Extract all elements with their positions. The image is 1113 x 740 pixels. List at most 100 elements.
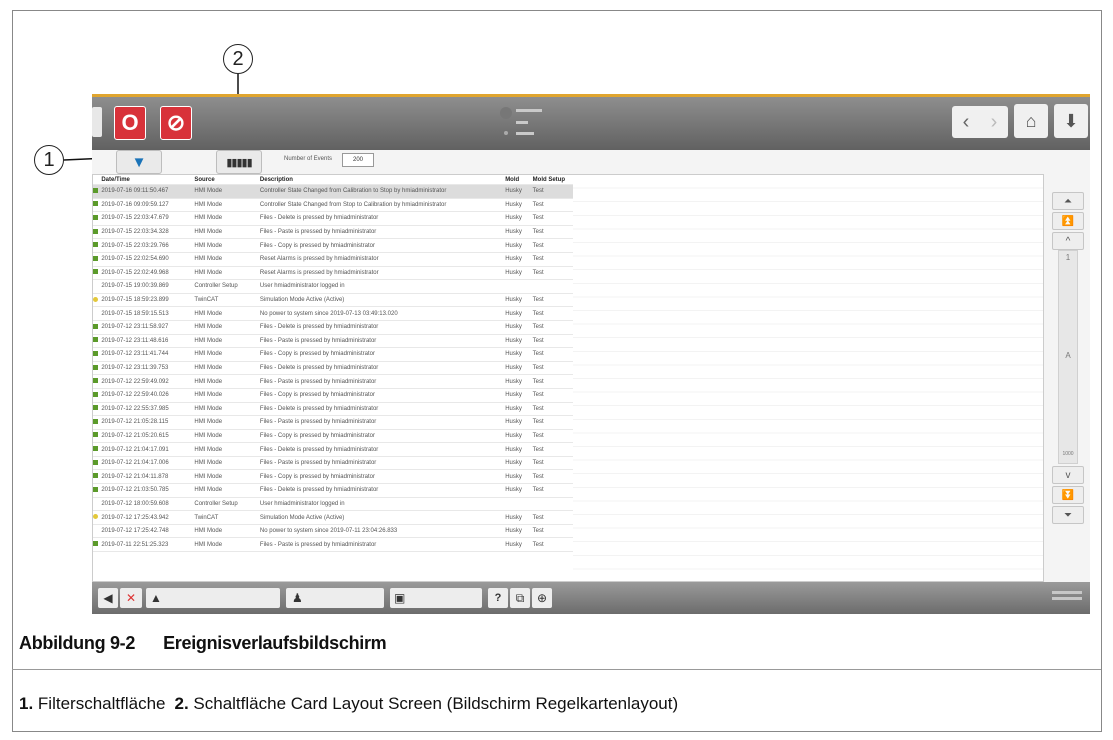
- green-flag-icon: [93, 201, 98, 207]
- menu-grip-icon[interactable]: [92, 107, 102, 137]
- filter-icon: ▼: [131, 153, 147, 171]
- table-row[interactable]: 2019-07-12 23:11:39.753 HMI Mode Files - D…: [93, 361, 573, 376]
- header-description[interactable]: Description: [257, 175, 504, 185]
- line-down-icon[interactable]: v: [1052, 466, 1084, 484]
- table-row[interactable]: 2019-07-11 22:51:25.323 HMI Mode Files - P…: [93, 537, 573, 553]
- back-arrow-icon[interactable]: ‹: [952, 106, 980, 138]
- table-row[interactable]: 2019-07-16 09:11:50.467 HMI Mode Controlle…: [93, 184, 573, 199]
- cell-description: Files - Paste is pressed by hmiadministr…: [257, 374, 504, 389]
- cell-source: HMI Mode: [192, 456, 258, 471]
- cell-mold: Husky: [503, 469, 531, 485]
- table-row[interactable]: 2019-07-12 22:59:40.026 HMI Mode Files - C…: [93, 388, 573, 403]
- cell-mold: Husky: [503, 537, 531, 553]
- table-row[interactable]: 2019-07-12 21:05:28.115 HMI Mode Files - P…: [93, 415, 573, 430]
- green-flag-icon: [93, 323, 98, 329]
- status-line: [516, 121, 528, 124]
- card-layout-button[interactable]: ▮▮▮▮▮: [216, 150, 262, 174]
- table-row[interactable]: 2019-07-12 22:59:49.092 HMI Mode Files - P…: [93, 374, 573, 389]
- table-row[interactable]: 2019-07-15 22:02:49.968 HMI Mode Reset Ala…: [93, 266, 573, 281]
- table-row[interactable]: 2019-07-12 23:11:41.744 HMI Mode Files - C…: [93, 347, 573, 362]
- cell-mold: Husky: [503, 483, 531, 498]
- table-row[interactable]: 2019-07-12 21:04:17.006 HMI Mode Files - P…: [93, 456, 573, 471]
- forward-arrow-icon[interactable]: ›: [980, 106, 1008, 138]
- line-up-icon[interactable]: ^: [1052, 232, 1084, 250]
- table-row[interactable]: 2019-07-12 21:03:50.785 HMI Mode Files - D…: [93, 483, 573, 498]
- cell-datetime: 2019-07-16 09:09:59.127: [99, 198, 193, 213]
- cell-source: HMI Mode: [192, 238, 258, 253]
- speaker-icon[interactable]: ◀: [98, 588, 118, 608]
- cell-mold: Husky: [503, 252, 531, 267]
- header-datetime[interactable]: Date/Time: [99, 175, 193, 185]
- cell-mold-setup: Test: [530, 374, 573, 389]
- table-row[interactable]: 2019-07-15 18:59:23.899 TwinCAT Simulation…: [93, 293, 573, 308]
- table-row[interactable]: 2019-07-15 19:00:39.869 Controller Setup U…: [93, 279, 573, 294]
- table-row[interactable]: 2019-07-12 21:05:20.615 HMI Mode Files - C…: [93, 429, 573, 444]
- cell-description: Files - Delete is pressed by hmiadminist…: [257, 402, 504, 417]
- table-row[interactable]: 2019-07-15 22:03:47.679 HMI Mode Files - D…: [93, 211, 573, 226]
- language-globe-icon[interactable]: ⊕: [532, 588, 552, 608]
- table-row[interactable]: 2019-07-12 23:11:48.616 HMI Mode Files - P…: [93, 334, 573, 349]
- cell-datetime: 2019-07-15 22:02:54.690: [99, 252, 193, 267]
- header-mold-setup[interactable]: Mold Setup: [530, 175, 573, 185]
- cell-mold: Husky: [503, 524, 531, 539]
- green-flag-icon: [93, 459, 98, 465]
- cell-mold-setup: Test: [530, 225, 573, 240]
- table-row[interactable]: 2019-07-12 18:00:59.608 Controller Setup U…: [93, 497, 573, 512]
- cell-mold: Husky: [503, 429, 531, 444]
- cell-datetime: 2019-07-15 18:59:15.513: [99, 306, 193, 321]
- mold-icon: ▣: [394, 591, 406, 605]
- screenshot-icon[interactable]: ⧉: [510, 588, 530, 608]
- cell-mold-setup: Test: [530, 238, 573, 253]
- table-row[interactable]: 2019-07-15 22:03:29.766 HMI Mode Files - C…: [93, 238, 573, 253]
- green-flag-icon: [93, 486, 98, 492]
- cell-mold: Husky: [503, 334, 531, 349]
- table-row[interactable]: 2019-07-12 22:55:37.985 HMI Mode Files - D…: [93, 402, 573, 417]
- table-row[interactable]: 2019-07-12 17:25:42.748 HMI Mode No power …: [93, 524, 573, 539]
- table-row[interactable]: 2019-07-12 21:04:11.878 HMI Mode Files - C…: [93, 469, 573, 485]
- page-up-icon[interactable]: ⏫: [1052, 212, 1084, 230]
- help-button[interactable]: ?: [488, 588, 508, 608]
- alarm-icon[interactable]: ⊘: [160, 106, 192, 140]
- cell-source: HMI Mode: [192, 402, 258, 417]
- table-row[interactable]: 2019-07-16 09:09:59.127 HMI Mode Controlle…: [93, 198, 573, 213]
- mute-icon[interactable]: ✕: [120, 588, 142, 608]
- filter-button[interactable]: ▼: [116, 150, 162, 174]
- cell-description: Files - Delete is pressed by hmiadminist…: [257, 483, 504, 498]
- callout-2: 2: [223, 44, 253, 74]
- header-source[interactable]: Source: [192, 175, 258, 185]
- header-mold[interactable]: Mold: [503, 175, 531, 185]
- cell-mold-setup: Test: [530, 347, 573, 362]
- navigation-arrows: ‹ ›: [952, 106, 1008, 138]
- scroll-bottom-icon[interactable]: ⏷: [1052, 506, 1084, 524]
- table-row[interactable]: 2019-07-15 18:59:15.513 HMI Mode No power …: [93, 306, 573, 321]
- table-header-row: Date/Time Source Description Mold Mold S…: [93, 175, 573, 185]
- scroll-track[interactable]: 1 A 1000: [1058, 250, 1078, 464]
- cell-description: Files - Paste is pressed by hmiadministr…: [257, 225, 504, 240]
- number-of-events-input[interactable]: 200: [342, 153, 374, 167]
- cell-mold-setup: Test: [530, 211, 573, 226]
- alarm-status-button[interactable]: ▲: [146, 588, 280, 608]
- cell-description: No power to system since 2019-07-13 03:4…: [257, 306, 504, 321]
- cell-source: HMI Mode: [192, 211, 258, 226]
- table-row[interactable]: 2019-07-12 23:11:58.927 HMI Mode Files - D…: [93, 320, 573, 335]
- cell-mold-setup: Test: [530, 524, 573, 539]
- page-down-icon[interactable]: ⏬: [1052, 486, 1084, 504]
- mold-button[interactable]: ▣: [390, 588, 482, 608]
- green-flag-icon: [93, 364, 98, 370]
- cell-description: Simulation Mode Active (Active): [257, 510, 504, 525]
- cell-source: HMI Mode: [192, 198, 258, 213]
- cell-mold: Husky: [503, 320, 531, 335]
- event-toolbar: ▼ ▮▮▮▮▮ Number of Events 200: [92, 150, 1090, 176]
- user-button[interactable]: ♟: [286, 588, 384, 608]
- table-row[interactable]: 2019-07-15 22:03:34.328 HMI Mode Files - P…: [93, 225, 573, 240]
- table-row[interactable]: 2019-07-12 17:25:43.942 TwinCAT Simulation…: [93, 510, 573, 525]
- cell-description: User hmiadministrator logged in: [257, 279, 504, 294]
- download-icon[interactable]: ⬇: [1054, 104, 1088, 138]
- home-icon[interactable]: ⌂: [1014, 104, 1048, 138]
- cell-description: No power to system since 2019-07-11 23:0…: [257, 524, 504, 539]
- stop-icon[interactable]: O: [114, 106, 146, 140]
- scroll-top-icon[interactable]: ⏶: [1052, 192, 1084, 210]
- table-row[interactable]: 2019-07-12 21:04:17.091 HMI Mode Files - D…: [93, 442, 573, 457]
- cell-datetime: 2019-07-12 21:03:50.785: [99, 483, 193, 498]
- table-row[interactable]: 2019-07-15 22:02:54.690 HMI Mode Reset Ala…: [93, 252, 573, 267]
